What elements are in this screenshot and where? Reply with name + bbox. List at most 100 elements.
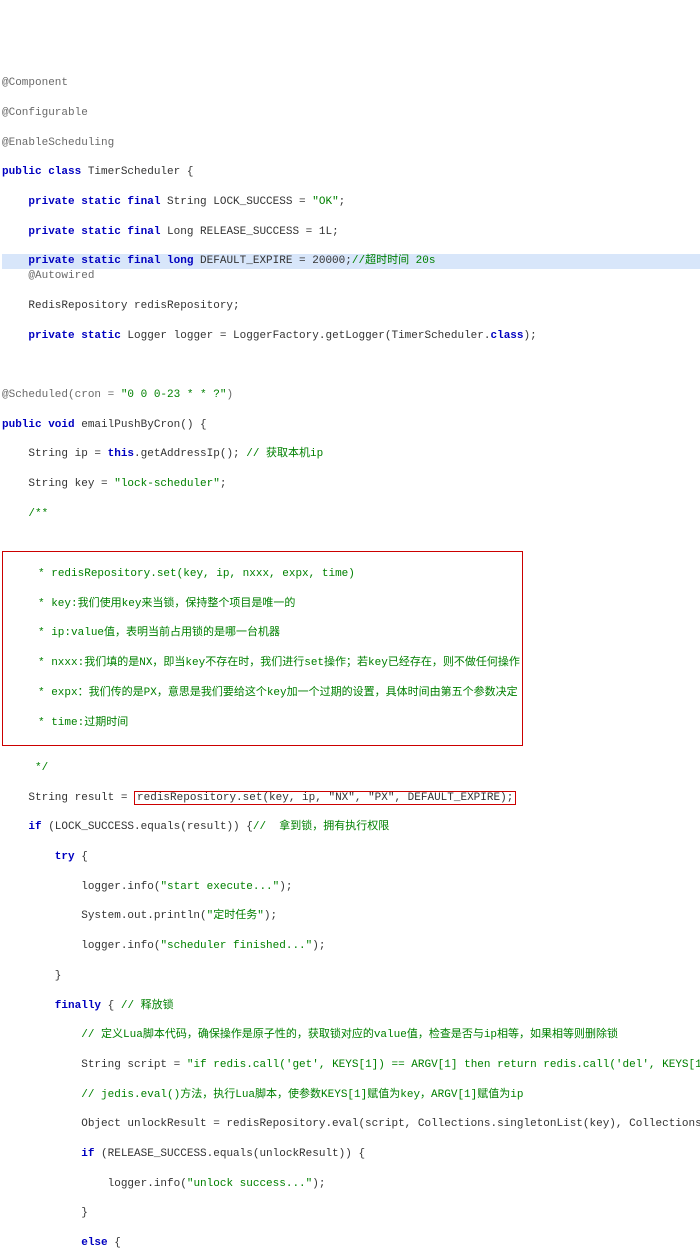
code-line: private static Logger logger = LoggerFac… [2,329,700,344]
code-line: @Scheduled(cron = "0 0 0-23 * * ?") [2,388,700,403]
comment-line: */ [2,761,700,776]
comment: redisRepository.set(key, ip, nxxx, expx,… [51,568,355,580]
code-text: ); [312,1178,325,1190]
code-line: Object unlockResult = redisRepository.ev… [2,1117,700,1132]
keyword: private static final [2,196,160,208]
code-line: if (LOCK_SUCCESS.equals(result)) {// 拿到锁… [2,820,700,835]
code-line: private static final Long RELEASE_SUCCES… [2,225,700,240]
code-block: @Component @Configurable @EnableScheduli… [2,61,700,1258]
comment-line: * expx：我们传的是PX，意思是我们要给这个key加一个过期的设置，具体时间… [5,686,520,701]
code-line: } [2,1206,700,1221]
keyword: class [491,330,524,342]
comment: * time:过期时间 [5,717,128,729]
comment: * key:我们使用key来当锁，保持整个项目是唯一的 [5,598,295,610]
comment: // 获取本机ip [246,448,323,460]
string-literal: "定时任务" [207,910,264,922]
comment: // 拿到锁，拥有执行权限 [253,821,389,833]
code-line: finally { // 释放锁 [2,999,700,1014]
code-text: logger.info( [2,1178,187,1190]
comment-line: /** [2,507,700,522]
comment: * [5,568,51,580]
red-highlight-box: * redisRepository.set(key, ip, nxxx, exp… [2,551,523,746]
code-line: logger.info("scheduler finished..."); [2,939,700,954]
keyword: private static final [2,226,160,238]
code-text: Logger logger = LoggerFactory.getLogger(… [121,330,491,342]
code-line: @Autowired [2,269,700,284]
comment-line: * nxxx:我们填的是NX，即当key不存在时，我们进行set操作；若key已… [5,656,520,671]
code-text: ); [279,881,292,893]
code-text: ; [220,478,227,490]
code-text: RedisRepository redisRepository; [2,300,240,312]
comment-line: // 定义Lua脚本代码，确保操作是原子性的，获取锁对应的value值，检查是否… [2,1028,700,1043]
code-line: RedisRepository redisRepository; [2,299,700,314]
string-literal: "scheduler finished..." [160,940,312,952]
code-line: if (RELEASE_SUCCESS.equals(unlockResult)… [2,1147,700,1162]
keyword: public class [2,166,81,178]
keyword: if [2,1148,94,1160]
string-literal: "unlock success..." [187,1178,312,1190]
code-text: String result = [2,792,134,804]
code-line: else { [2,1236,700,1251]
code-text: } [2,1207,88,1219]
code-text: { [101,1000,121,1012]
code-line: String ip = this.getAddressIp(); // 获取本机… [2,447,700,462]
code-line: @EnableScheduling [2,136,700,151]
highlighted-line: private static final long DEFAULT_EXPIRE… [2,254,700,269]
code-line: logger.info("start execute..."); [2,880,700,895]
code-text: logger.info( [2,940,160,952]
code-line: public void emailPushByCron() { [2,418,700,433]
code-line: System.out.println("定时任务"); [2,909,700,924]
blank-line [2,358,700,373]
comment: */ [2,762,48,774]
code-line: } [2,969,700,984]
code-line: @Configurable [2,106,700,121]
code-line: String result = redisRepository.set(key,… [2,791,700,806]
code-text: Long RELEASE_SUCCESS = 1L; [160,226,338,238]
code-text: String LOCK_SUCCESS = [160,196,312,208]
comment-line: // jedis.eval()方法，执行Lua脚本，使参数KEYS[1]赋值为k… [2,1088,700,1103]
comment-line: * redisRepository.set(key, ip, nxxx, exp… [5,567,520,582]
string-literal: "start execute..." [160,881,279,893]
code-text: String script = [2,1059,187,1071]
comment-line: * key:我们使用key来当锁，保持整个项目是唯一的 [5,597,520,612]
code-text: } [2,970,61,982]
comment: /** [2,508,48,520]
red-highlight-inline: redisRepository.set(key, ip, "NX", "PX",… [134,791,516,805]
code-text: logger.info( [2,881,160,893]
annotation: @Autowired [2,270,94,282]
annotation: @Configurable [2,107,88,119]
code-line: private static final String LOCK_SUCCESS… [2,195,700,210]
keyword: public void [2,419,75,431]
comment: * expx：我们传的是PX，意思是我们要给这个key加一个过期的设置，具体时间… [5,687,518,699]
string-literal: "if redis.call('get', KEYS[1]) == ARGV[1… [187,1059,700,1071]
code-text: emailPushByCron() { [75,419,207,431]
code-text: { [108,1237,121,1249]
keyword: if [2,821,42,833]
string-literal: "lock-scheduler" [114,478,220,490]
code-text: String ip = [2,448,108,460]
annotation: @Component [2,77,68,89]
code-text: ); [312,940,325,952]
code-line: String script = "if redis.call('get', KE… [2,1058,700,1073]
code-text: ); [264,910,277,922]
code-text: ; [339,196,346,208]
code-line: try { [2,850,700,865]
code-line: String key = "lock-scheduler"; [2,477,700,492]
code-text: ); [524,330,537,342]
keyword: private static final long [2,255,193,267]
code-line: logger.info("unlock success..."); [2,1177,700,1192]
keyword: finally [2,1000,101,1012]
code-line: @Component [2,76,700,91]
comment: * ip:value值，表明当前占用锁的是哪一台机器 [5,627,280,639]
comment: * nxxx:我们填的是NX，即当key不存在时，我们进行set操作；若key已… [5,657,520,669]
annotation: @Scheduled(cron = [2,389,121,401]
code-text: (LOCK_SUCCESS.equals(result)) { [42,821,253,833]
keyword: else [2,1237,108,1249]
annotation: @EnableScheduling [2,137,114,149]
code-text: (RELEASE_SUCCESS.equals(unlockResult)) { [94,1148,365,1160]
string-literal: "0 0 0-23 * * ?" [121,389,227,401]
keyword: this [108,448,134,460]
annotation: ) [226,389,233,401]
string-literal: "OK" [312,196,338,208]
code-text: System.out.println( [2,910,207,922]
